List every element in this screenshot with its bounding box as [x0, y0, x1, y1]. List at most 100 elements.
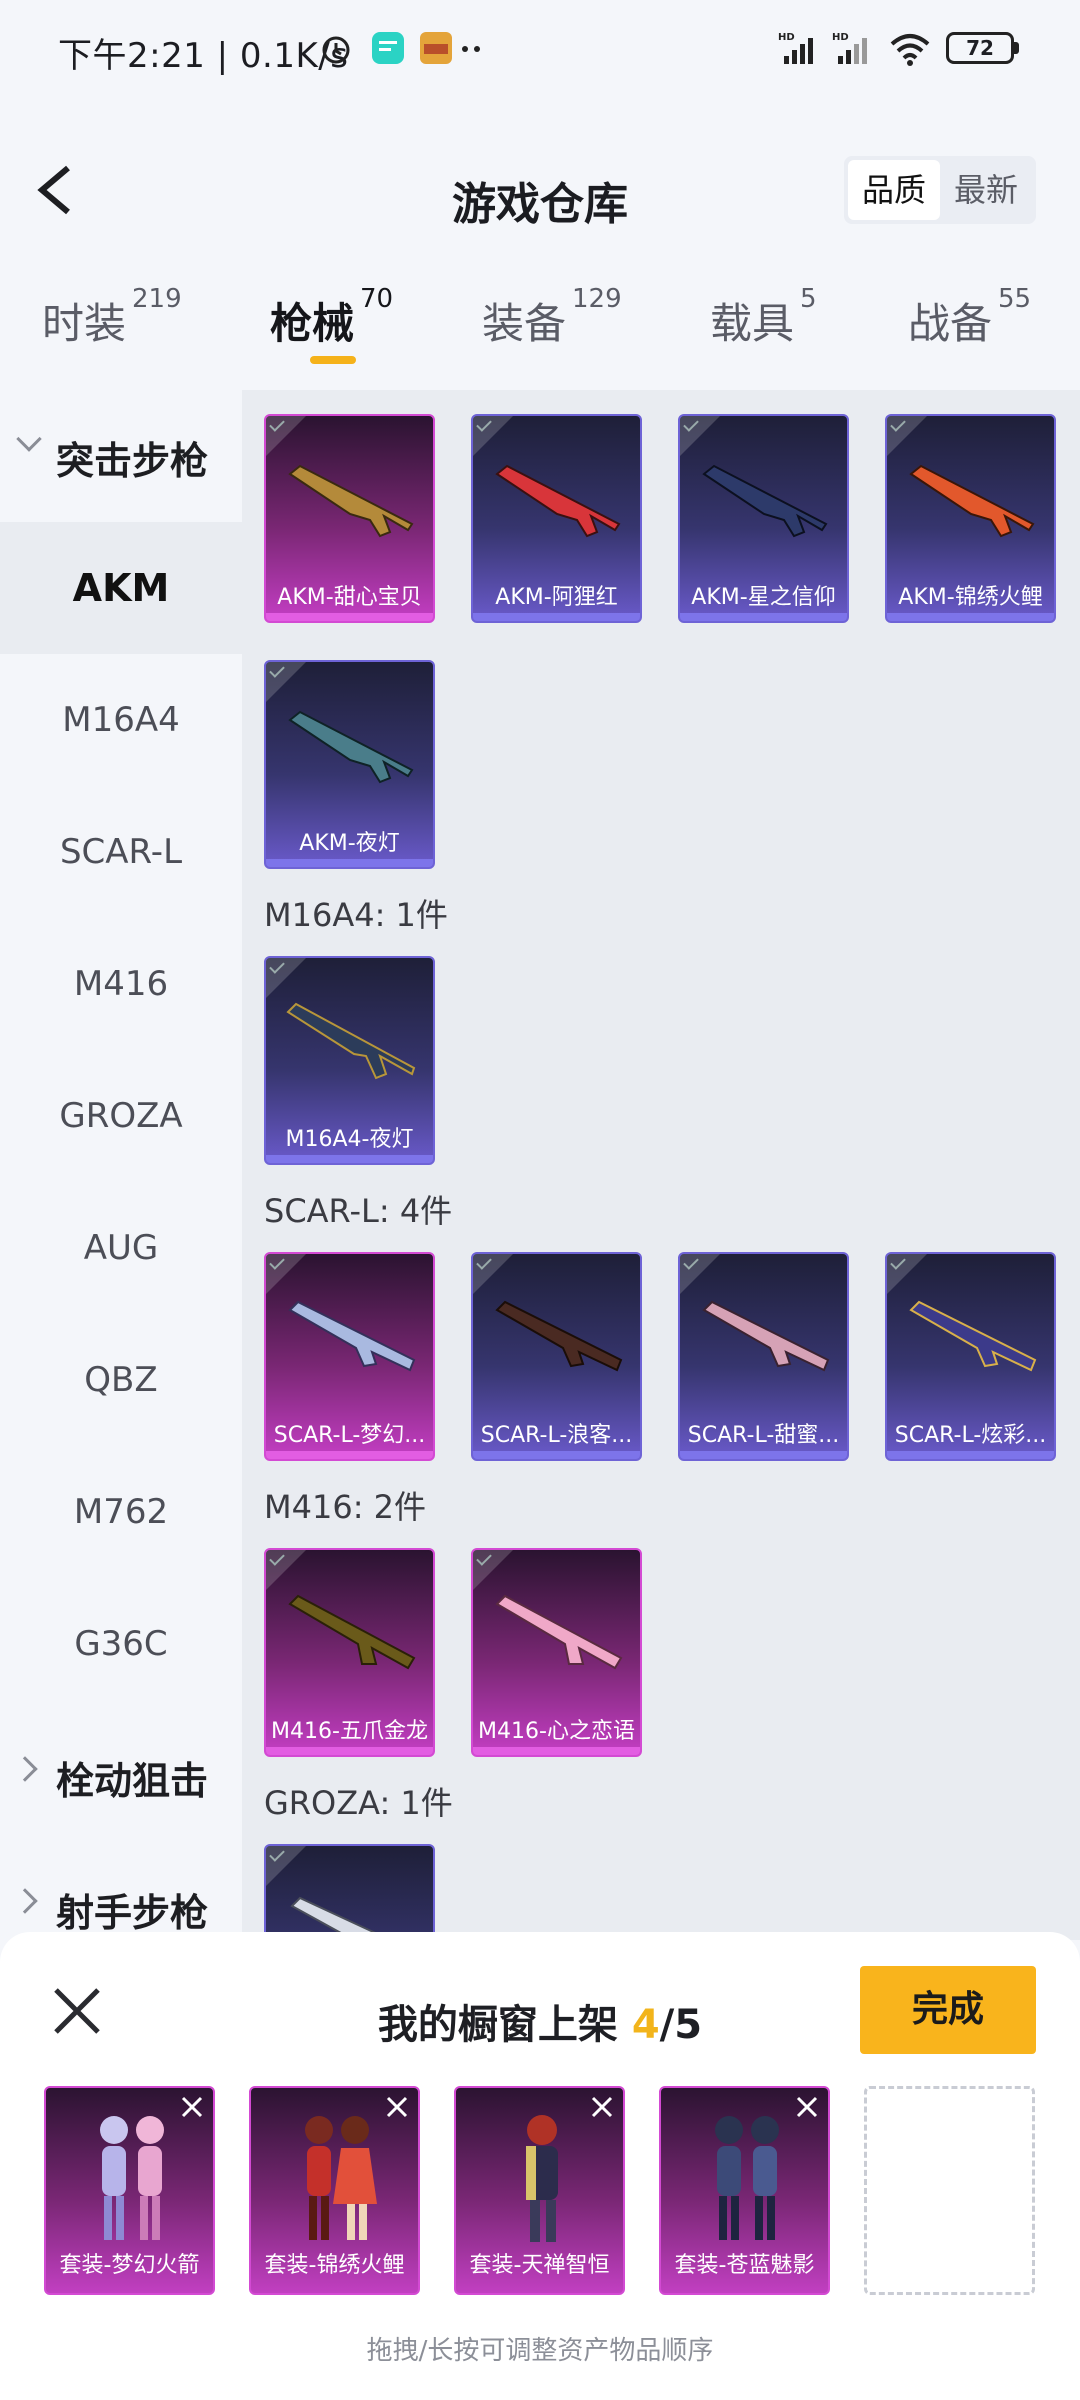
- showcase-slot[interactable]: 套装-苍蓝魅影: [659, 2086, 830, 2295]
- tab-fashion-label: 时装: [42, 299, 127, 348]
- sidebar-item-m16a4[interactable]: M16A4: [0, 654, 242, 786]
- chevron-down-icon: [16, 426, 42, 452]
- chevron-right-icon: [12, 1756, 38, 1782]
- weapon-card[interactable]: M16A4-夜灯: [264, 956, 435, 1165]
- weapon-card[interactable]: SCAR-L-梦幻...: [264, 1252, 435, 1461]
- rarity-bar: [680, 1451, 847, 1459]
- weapon-card-label: SCAR-L-甜蜜...: [687, 1423, 840, 1448]
- tab-vehicles-count: 5: [800, 284, 817, 314]
- rarity-bar: [473, 1747, 640, 1755]
- sidebar-item-g36c[interactable]: G36C: [0, 1578, 242, 1710]
- showcase-slot-label: 套装-天禅智恒: [469, 2253, 610, 2278]
- check-corner-icon: [473, 1254, 513, 1294]
- rarity-bar: [266, 1747, 433, 1755]
- sidebar-category-assault-rifles[interactable]: 突击步枪: [0, 390, 242, 522]
- weapon-card-label: AKM-阿狸红: [495, 585, 618, 610]
- check-corner-icon: [473, 1550, 513, 1590]
- weapon-card-label: SCAR-L-浪客...: [480, 1423, 633, 1448]
- check-corner-icon: [887, 1254, 927, 1294]
- sidebar-item-groza[interactable]: GROZA: [0, 1050, 242, 1182]
- rifle-icon: [909, 1300, 1037, 1372]
- check-corner-icon: [266, 1254, 306, 1294]
- status-time: 下午2:21 | 0.1K/s: [58, 36, 349, 76]
- signal-hd2-icon: HD: [832, 32, 867, 64]
- remove-icon[interactable]: [589, 2094, 615, 2120]
- section-heading-m416: M416: 2件: [264, 1488, 427, 1526]
- rarity-bar: [266, 1155, 433, 1163]
- showcase-slot[interactable]: 套装-锦绣火鲤: [249, 2086, 420, 2295]
- check-corner-icon: [266, 958, 306, 998]
- showcase-total: /5: [659, 2002, 703, 2048]
- sort-newest-option[interactable]: 最新: [940, 160, 1032, 220]
- tab-weapons[interactable]: 枪械 70: [270, 284, 393, 351]
- sort-quality-option[interactable]: 品质: [848, 160, 940, 220]
- weapon-card[interactable]: [264, 1844, 435, 1940]
- weapon-card[interactable]: M416-心之恋语: [471, 1548, 642, 1757]
- showcase-panel: 我的橱窗上架 4/5 完成 套装-梦幻火箭 套装-锦绣火鲤 套装-天禅智恒 套装…: [0, 1932, 1080, 2400]
- tab-equipment[interactable]: 装备 129: [482, 284, 622, 351]
- sidebar-category-bolt-snipers[interactable]: 栓动狙击: [0, 1710, 242, 1842]
- rifle-icon: [702, 1300, 830, 1372]
- rifle-icon: [288, 1594, 416, 1670]
- rifle-icon: [495, 464, 621, 538]
- game-app-icon: [420, 32, 452, 64]
- weapon-grid: AKM-甜心宝贝 AKM-阿狸红 AKM-星之信仰 AKM-锦绣火鲤 AKM-夜…: [242, 390, 1080, 1940]
- weapon-card[interactable]: AKM-锦绣火鲤: [885, 414, 1056, 623]
- tab-gear[interactable]: 战备 55: [908, 284, 1031, 351]
- sidebar-category-label: 突击步枪: [56, 439, 209, 483]
- rarity-bar: [266, 613, 433, 621]
- section-heading-groza: GROZA: 1件: [264, 1784, 453, 1822]
- showcase-slot-label: 套装-梦幻火箭: [59, 2253, 200, 2278]
- more-dots-icon: [462, 46, 480, 52]
- rifle-icon: [288, 1300, 416, 1372]
- remove-icon[interactable]: [794, 2094, 820, 2120]
- battery-tip: [1014, 42, 1019, 54]
- tab-fashion[interactable]: 时装 219: [42, 284, 182, 351]
- sidebar-item-aug[interactable]: AUG: [0, 1182, 242, 1314]
- weapon-card[interactable]: AKM-星之信仰: [678, 414, 849, 623]
- tab-weapons-label: 枪械: [270, 299, 355, 348]
- weapon-card-label: SCAR-L-梦幻...: [273, 1423, 426, 1448]
- weapon-card-label: AKM-夜灯: [299, 831, 400, 856]
- rarity-bar: [473, 1451, 640, 1459]
- sidebar-item-m762[interactable]: M762: [0, 1446, 242, 1578]
- message-app-icon: [372, 32, 404, 64]
- weapon-card[interactable]: AKM-夜灯: [264, 660, 435, 869]
- weapon-card-label: M416-五爪金龙: [271, 1719, 428, 1744]
- sidebar-item-m416[interactable]: M416: [0, 918, 242, 1050]
- weapon-card[interactable]: SCAR-L-浪客...: [471, 1252, 642, 1461]
- rarity-bar: [473, 613, 640, 621]
- weapon-card-label: AKM-星之信仰: [691, 585, 836, 610]
- showcase-empty-slot[interactable]: [864, 2086, 1035, 2295]
- remove-icon[interactable]: [179, 2094, 205, 2120]
- sidebar-item-scar-l[interactable]: SCAR-L: [0, 786, 242, 918]
- sidebar-item-akm[interactable]: AKM: [0, 522, 242, 654]
- weapon-card[interactable]: SCAR-L-炫彩...: [885, 1252, 1056, 1461]
- weapon-card[interactable]: M416-五爪金龙: [264, 1548, 435, 1757]
- tab-equipment-count: 129: [572, 284, 622, 314]
- section-heading-scar-l: SCAR-L: 4件: [264, 1192, 453, 1230]
- tab-gear-count: 55: [998, 284, 1032, 314]
- svg-text:HD: HD: [832, 32, 849, 43]
- done-button[interactable]: 完成: [860, 1966, 1036, 2054]
- tab-fashion-count: 219: [132, 284, 182, 314]
- showcase-slot[interactable]: 套装-梦幻火箭: [44, 2086, 215, 2295]
- tab-vehicles[interactable]: 载具 5: [710, 284, 817, 351]
- weapon-card[interactable]: AKM-阿狸红: [471, 414, 642, 623]
- weapon-card[interactable]: SCAR-L-甜蜜...: [678, 1252, 849, 1461]
- check-corner-icon: [680, 1254, 720, 1294]
- tab-equipment-label: 装备: [482, 299, 567, 348]
- weapon-card-label: SCAR-L-炫彩...: [894, 1423, 1047, 1448]
- battery-icon: 72: [946, 32, 1014, 64]
- showcase-count: 4: [631, 2002, 660, 2048]
- rifle-icon: [286, 1002, 416, 1080]
- weapon-card[interactable]: AKM-甜心宝贝: [264, 414, 435, 623]
- sidebar-item-qbz[interactable]: QBZ: [0, 1314, 242, 1446]
- showcase-slot-label: 套装-苍蓝魅影: [674, 2253, 815, 2278]
- showcase-slot[interactable]: 套装-天禅智恒: [454, 2086, 625, 2295]
- rarity-bar: [887, 613, 1054, 621]
- weapon-type-sidebar: 突击步枪 AKM M16A4 SCAR-L M416 GROZA AUG QBZ…: [0, 390, 242, 1940]
- check-corner-icon: [266, 1846, 306, 1886]
- remove-icon[interactable]: [384, 2094, 410, 2120]
- rifle-icon: [288, 710, 414, 784]
